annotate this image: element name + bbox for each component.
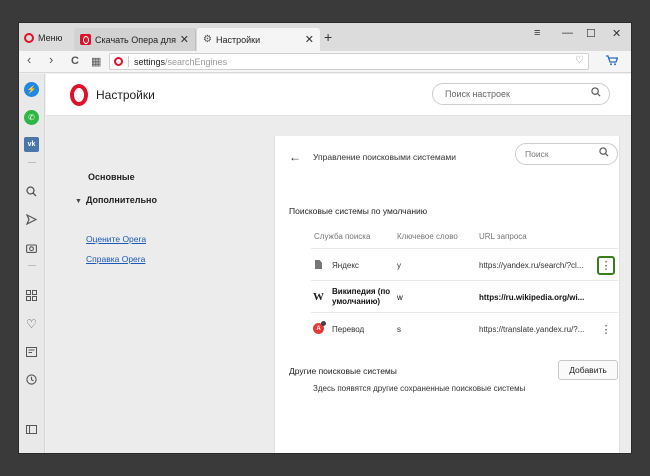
sidebar-divider [28,162,36,163]
opera-menu-button[interactable]: Меню [21,29,65,47]
new-tab-button[interactable]: + [324,29,332,45]
send-icon[interactable] [24,212,39,227]
url-host: settings [134,56,166,67]
heart-icon[interactable]: ♡ [24,316,39,331]
search-engines-panel: ← Управление поисковыми системами Поиск … [274,136,621,453]
more-options-button[interactable]: ⋮ [597,256,615,275]
engine-url: https://yandex.ru/search/?cl... [479,261,584,270]
tab-menu-icon[interactable]: ≡ [534,27,540,39]
column-header-url: URL запроса [479,232,527,241]
opera-sidebar: ⚡ ✆ vk ♡ [19,74,45,453]
page-title: Настройки [96,88,155,102]
nav-basic[interactable]: Основные [88,172,135,182]
search-icon [599,147,609,160]
settings-nav: Основные ▼ Дополнительно Оцените Opera Сп… [46,116,221,453]
other-engines-note: Здесь появятся другие сохраненные поиско… [313,384,526,393]
cart-icon[interactable] [606,55,619,69]
address-bar: ‹ › C ▦ settings /searchEngines ♡ [19,51,631,73]
search-icon[interactable] [24,184,39,199]
engine-name: Перевод [332,325,365,334]
panel-toggle-icon[interactable] [24,422,39,437]
tab-title: Настройки [215,34,261,45]
column-header-keyword: Ключевое слово [397,232,458,241]
engine-url: https://ru.wikipedia.org/wi... [479,293,585,302]
tab-download-opera[interactable]: Скачать Опера для компь ✕ [74,28,196,51]
opera-logo-icon [24,33,34,43]
maximize-button[interactable]: ☐ [586,27,596,40]
forward-button[interactable]: › [49,52,53,67]
speed-dial-icon[interactable] [24,288,39,303]
back-arrow-icon[interactable]: ← [289,150,301,164]
engine-name-line1: Википедия (по [332,287,391,296]
camera-icon[interactable] [24,240,39,255]
opera-favicon-icon [80,34,91,45]
engine-keyword: s [397,325,401,334]
reload-button[interactable]: C [71,55,79,67]
back-button[interactable]: ‹ [27,52,31,67]
engine-keyword: w [397,293,403,302]
minimize-button[interactable]: — [562,27,573,39]
search-placeholder: Поиск [525,149,549,159]
caret-down-icon: ▼ [75,198,82,205]
other-engines-heading: Другие поисковые системы [289,366,397,376]
url-separator [128,56,129,67]
engine-name: Википедия (по умолчанию) [332,287,390,307]
settings-header: Настройки Поиск настроек [46,74,631,116]
menu-label: Меню [38,33,63,43]
more-options-button[interactable]: ⋮ [597,320,615,339]
close-window-button[interactable]: ✕ [612,27,621,40]
bookmark-heart-icon[interactable]: ♡ [575,55,584,66]
sidebar-divider [28,265,36,266]
tab-close-icon[interactable]: ✕ [305,33,314,46]
news-icon[interactable] [24,344,39,359]
tab-title: Скачать Опера для компь [95,34,176,45]
url-field[interactable]: settings /searchEngines ♡ [109,53,589,70]
search-placeholder: Поиск настроек [445,89,510,99]
rate-opera-link[interactable]: Оцените Opera [86,234,146,244]
settings-page: Настройки Поиск настроек Основные ▼ Допол… [46,74,631,453]
gear-icon: ⚙ [203,34,212,45]
panel-title: Управление поисковыми системами [313,152,456,162]
vk-icon[interactable]: vk [24,137,39,152]
engine-url: https://translate.yandex.ru/?... [479,325,585,334]
messenger-icon[interactable]: ⚡ [24,82,39,97]
engine-name-line2: умолчанию) [332,297,381,306]
speed-dial-icon[interactable]: ▦ [91,55,101,68]
engine-row-wikipedia[interactable]: W Википедия (по умолчанию) w https://ru.… [311,280,621,312]
column-header-service: Служба поиска [314,232,371,241]
engine-row-translate[interactable]: A Перевод s https://translate.yandex.ru/… [311,312,621,344]
nav-advanced-label: Дополнительно [85,195,157,205]
url-path: /searchEngines [165,56,228,67]
search-icon [591,87,601,100]
translate-icon: A [313,321,326,334]
default-engines-heading: Поисковые системы по умолчанию [289,206,428,216]
browser-window: Меню Скачать Опера для компь ✕ ⚙ Настрой… [18,22,632,454]
settings-search-input[interactable]: Поиск настроек [432,83,610,105]
whatsapp-icon[interactable]: ✆ [24,110,39,125]
opera-logo-icon [70,84,88,106]
engine-keyword: y [397,261,401,270]
engine-name: Яндекс [332,261,359,270]
document-icon [313,259,324,270]
opera-logo-icon [114,57,123,66]
wikipedia-icon: W [313,290,324,303]
engine-row-yandex[interactable]: Яндекс y https://yandex.ru/search/?cl...… [311,248,621,280]
opera-help-link[interactable]: Справка Opera [86,254,145,264]
tab-settings[interactable]: ⚙ Настройки ✕ [197,28,320,51]
engines-search-input[interactable]: Поиск [515,143,618,165]
nav-advanced[interactable]: ▼ Дополнительно [75,195,157,205]
add-engine-button[interactable]: Добавить [558,360,618,380]
tab-close-icon[interactable]: ✕ [180,33,189,46]
tab-strip: Меню Скачать Опера для компь ✕ ⚙ Настрой… [19,23,631,51]
history-icon[interactable] [24,372,39,387]
